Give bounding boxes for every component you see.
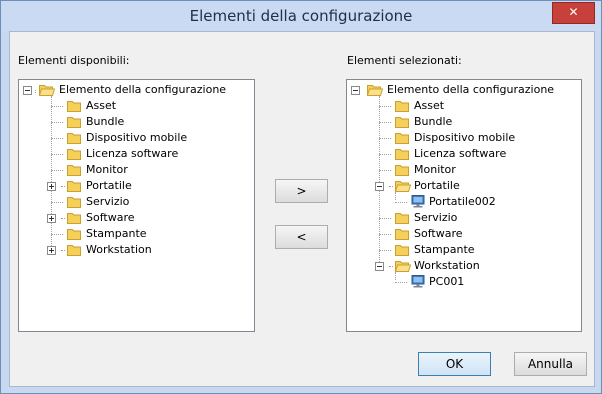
tree-node-stampante[interactable]: Stampante <box>19 226 249 242</box>
tree-node-pc001[interactable]: PC001 <box>347 274 577 290</box>
cancel-button[interactable]: Annulla <box>514 352 587 376</box>
tree-node-portatile[interactable]: Portatile <box>347 178 577 194</box>
tree-node-root[interactable]: Elemento della configurazione <box>347 82 577 98</box>
tree-node-label: Elemento della configurazione <box>59 83 227 96</box>
collapse-icon[interactable] <box>23 86 32 95</box>
tree-node-label: Elemento della configurazione <box>387 83 555 96</box>
collapse-icon[interactable] <box>375 182 384 191</box>
title-bar: Elementi della configurazione ✕ <box>1 1 601 31</box>
tree-node-licenza-software[interactable]: Licenza software <box>347 146 577 162</box>
tree-node-label: Workstation <box>86 243 152 256</box>
tree-node-label: Software <box>86 211 135 224</box>
available-items-label: Elementi disponibili: <box>18 54 130 67</box>
dialog-client-area: Elementi disponibili: Elementi seleziona… <box>9 31 595 387</box>
expand-icon[interactable] <box>47 182 56 191</box>
tree-node-portatile002[interactable]: Portatile002 <box>347 194 577 210</box>
folder-open-icon <box>367 85 383 96</box>
folder-icon <box>67 181 81 192</box>
folder-icon <box>67 117 81 128</box>
close-button[interactable]: ✕ <box>552 2 595 24</box>
tree-node-label: Servizio <box>414 211 458 224</box>
add-item-button[interactable]: > <box>275 179 328 203</box>
computer-icon <box>411 275 425 288</box>
tree-node-monitor[interactable]: Monitor <box>19 162 249 178</box>
tree-node-software[interactable]: Software <box>19 210 249 226</box>
computer-icon <box>411 195 425 208</box>
remove-item-button[interactable]: < <box>275 225 328 249</box>
folder-icon <box>67 101 81 112</box>
tree-node-servizio[interactable]: Servizio <box>19 194 249 210</box>
folder-icon <box>395 117 409 128</box>
tree-node-label: Monitor <box>86 163 128 176</box>
tree-node-licenza-software[interactable]: Licenza software <box>19 146 249 162</box>
expand-icon[interactable] <box>47 246 56 255</box>
folder-icon <box>67 133 81 144</box>
tree-node-monitor[interactable]: Monitor <box>347 162 577 178</box>
tree-node-asset[interactable]: Asset <box>19 98 249 114</box>
folder-icon <box>395 229 409 240</box>
folder-icon <box>67 197 81 208</box>
folder-icon <box>67 165 81 176</box>
tree-node-label: Stampante <box>86 227 147 240</box>
tree-node-portatile[interactable]: Portatile <box>19 178 249 194</box>
tree-node-label: Asset <box>414 99 445 112</box>
tree-node-label: Bundle <box>414 115 453 128</box>
folder-icon <box>67 245 81 256</box>
folder-icon <box>395 245 409 256</box>
tree-node-root[interactable]: Elemento della configurazione <box>19 82 249 98</box>
tree-node-label: Software <box>414 227 463 240</box>
tree-node-label: Dispositivo mobile <box>414 131 516 144</box>
expand-icon[interactable] <box>47 214 56 223</box>
tree-node-label: Bundle <box>86 115 125 128</box>
tree-node-label: Asset <box>86 99 117 112</box>
collapse-icon[interactable] <box>351 86 360 95</box>
window-title: Elementi della configurazione <box>189 7 413 25</box>
collapse-icon[interactable] <box>375 262 384 271</box>
folder-icon <box>395 165 409 176</box>
selected-items-label: Elementi selezionati: <box>347 54 462 67</box>
tree-node-label: Licenza software <box>86 147 179 160</box>
tree-node-stampante[interactable]: Stampante <box>347 242 577 258</box>
folder-open-icon <box>39 85 55 96</box>
tree-node-label: Portatile002 <box>429 195 496 208</box>
tree-node-servizio[interactable]: Servizio <box>347 210 577 226</box>
folder-icon <box>395 133 409 144</box>
ok-button[interactable]: OK <box>418 352 491 376</box>
folder-icon <box>395 101 409 112</box>
tree-node-label: Workstation <box>414 259 480 272</box>
tree-node-software[interactable]: Software <box>347 226 577 242</box>
folder-icon <box>67 213 81 224</box>
tree-node-workstation[interactable]: Workstation <box>19 242 249 258</box>
tree-node-dispositivo-mobile[interactable]: Dispositivo mobile <box>19 130 249 146</box>
tree-node-label: Portatile <box>414 179 460 192</box>
tree-node-bundle[interactable]: Bundle <box>347 114 577 130</box>
folder-open-icon <box>395 181 411 192</box>
folder-icon <box>395 149 409 160</box>
tree-node-label: Monitor <box>414 163 456 176</box>
tree-node-label: PC001 <box>429 275 465 288</box>
tree-node-bundle[interactable]: Bundle <box>19 114 249 130</box>
dialog-window: Elementi della configurazione ✕ Elementi… <box>0 0 602 394</box>
folder-icon <box>67 229 81 240</box>
available-items-tree[interactable]: Elemento della configurazione Asset Bund… <box>18 79 255 332</box>
tree-node-label: Portatile <box>86 179 132 192</box>
tree-node-label: Licenza software <box>414 147 507 160</box>
tree-node-label: Servizio <box>86 195 130 208</box>
tree-node-asset[interactable]: Asset <box>347 98 577 114</box>
tree-node-label: Dispositivo mobile <box>86 131 188 144</box>
folder-open-icon <box>395 261 411 272</box>
tree-node-dispositivo-mobile[interactable]: Dispositivo mobile <box>347 130 577 146</box>
selected-items-tree[interactable]: Elemento della configurazione Asset Bund… <box>346 79 582 332</box>
folder-icon <box>395 213 409 224</box>
folder-icon <box>67 149 81 160</box>
tree-node-workstation[interactable]: Workstation <box>347 258 577 274</box>
tree-node-label: Stampante <box>414 243 475 256</box>
